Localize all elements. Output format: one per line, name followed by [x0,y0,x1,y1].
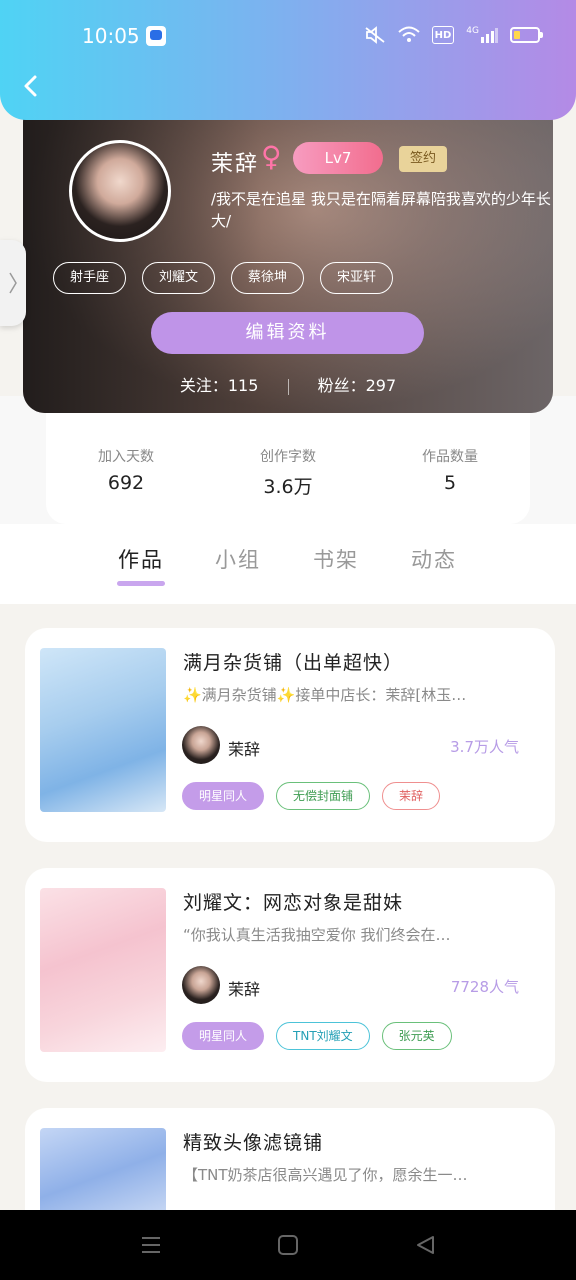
stat-label: 创作字数 [260,449,316,465]
status-icons: HD 4G [364,26,543,44]
work-title: 刘耀文：网恋对象是甜妹 [183,892,404,914]
back-icon[interactable] [414,1234,436,1256]
stat-value: 3.6万 [263,476,313,498]
wifi-icon [397,26,420,44]
work-description: 【TNT奶茶店很高兴遇见了你，愿余生一… [183,1166,468,1184]
content-tabs: 作品 小组 书架 动态 [0,396,576,604]
tab-groups[interactable]: 小组 [215,544,261,574]
work-tag[interactable]: 茉辞 [382,782,441,810]
top-header: 10:05 HD 4G [0,0,576,120]
work-description: ✨满月杂货铺✨接单中店长：茉辞[林玉… [183,686,467,704]
profile-tag[interactable]: 宋亚轩 [320,262,394,294]
tab-bookshelf[interactable]: 书架 [313,544,359,574]
stat-word-count: 创作字数 3.6万 [213,446,363,499]
author-avatar [182,726,220,764]
stat-works-count: 作品数量 5 [375,446,525,494]
work-tags: 明星同人 无偿封面铺 茉辞 [182,782,441,810]
author-name: 茉辞 [228,740,261,759]
work-card[interactable]: 满月杂货铺（出单超快） ✨满月杂货铺✨接单中店长：茉辞[林玉… 茉辞 3.7万人… [25,628,555,842]
work-tag[interactable]: 无偿封面铺 [276,782,371,810]
chevron-right-icon [9,272,17,294]
profile-card: 茉辞 ♀ Lv7 签约 /我不是在追星 我只是在隔着屏幕陪我喜欢的少年长大/ 射… [23,100,553,413]
status-bar: 10:05 HD 4G [0,22,576,52]
profile-avatar[interactable] [69,140,171,242]
author-avatar [182,966,220,1004]
edit-profile-button[interactable]: 编辑资料 [151,312,424,354]
profile-bio: /我不是在追星 我只是在隔着屏幕陪我喜欢的少年长大/ [211,190,551,230]
hd-icon: HD [431,26,455,44]
profile-tag[interactable]: 射手座 [53,262,127,294]
signed-badge: 签约 [399,146,447,172]
work-tag[interactable]: TNT刘耀文 [276,1022,370,1050]
following-count[interactable]: 关注：115 [180,376,259,395]
menu-icon[interactable] [140,1234,162,1256]
level-badge[interactable]: Lv7 [293,142,383,174]
stat-value: 692 [107,472,145,494]
work-title: 精致头像滤镜铺 [183,1132,324,1154]
stat-value: 5 [443,472,457,494]
signal-icon: 4G [466,26,498,44]
work-description: “你我认真生活我抽空爱你 我们终会在… [183,926,451,944]
work-tags: 明星同人 TNT刘耀文 张元英 [182,1022,452,1050]
side-drawer-handle[interactable] [0,240,26,326]
back-arrow-icon[interactable] [20,74,44,98]
system-nav-bar [0,1210,576,1280]
mute-icon [364,26,386,44]
popularity-count: 7728人气 [450,978,519,996]
stats-panel: 加入天数 692 创作字数 3.6万 作品数量 5 [46,396,530,524]
profile-username: 茉辞 [211,152,260,177]
work-tag[interactable]: 明星同人 [182,1022,265,1050]
work-cover [40,648,166,812]
stat-label: 加入天数 [98,449,154,465]
work-cover [40,888,166,1052]
work-card[interactable]: 刘耀文：网恋对象是甜妹 “你我认真生活我抽空爱你 我们终会在… 茉辞 7728人… [25,868,555,1082]
profile-tag[interactable]: 蔡徐坤 [231,262,305,294]
tab-activity[interactable]: 动态 [411,544,457,574]
work-tag[interactable]: 明星同人 [182,782,265,810]
app-notification-icon [146,26,166,46]
profile-tags: 射手座 刘耀文 蔡徐坤 宋亚轩 [53,262,394,294]
active-tab-indicator [117,581,165,586]
battery-icon [510,27,543,43]
follow-stats: 关注：115 粉丝：297 [23,372,553,396]
author-name: 茉辞 [228,980,261,999]
work-tag[interactable]: 张元英 [381,1022,452,1050]
stat-join-days: 加入天数 692 [51,446,201,494]
work-title: 满月杂货铺（出单超快） [183,652,404,674]
network-type-label: 4G [466,26,479,36]
status-time: 10:05 [82,24,140,48]
stat-label: 作品数量 [422,449,478,465]
tab-works[interactable]: 作品 [118,544,164,574]
fans-count[interactable]: 粉丝：297 [318,376,397,395]
divider [287,378,289,395]
profile-tag[interactable]: 刘耀文 [142,262,216,294]
home-icon[interactable] [277,1234,299,1256]
popularity-count: 3.7万人气 [450,738,519,756]
female-icon: ♀ [261,140,282,173]
